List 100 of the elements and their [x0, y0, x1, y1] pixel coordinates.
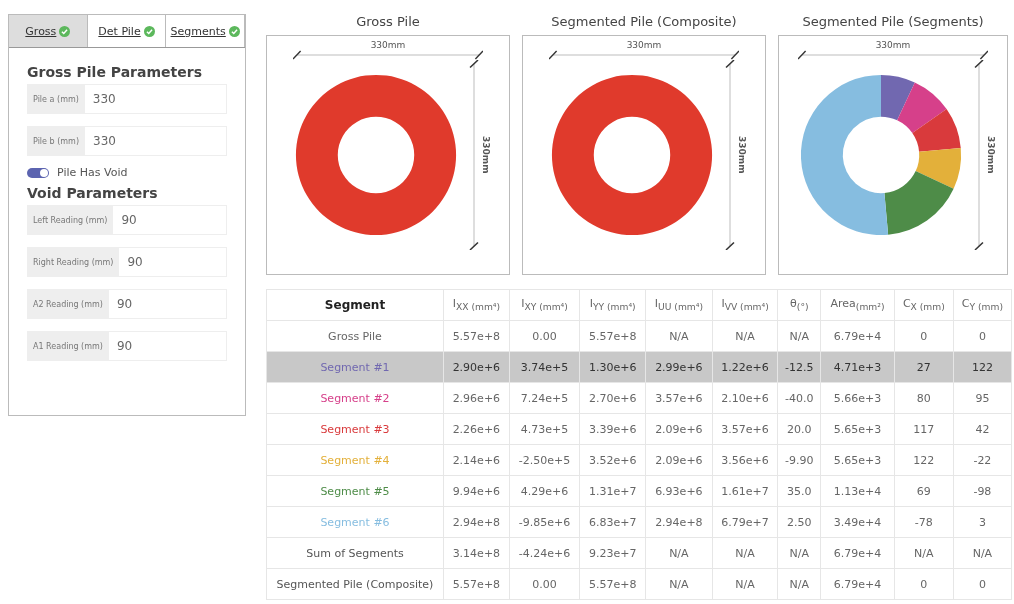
table-cell: N/A: [777, 568, 821, 600]
input-field[interactable]: 330: [84, 84, 227, 114]
table-row[interactable]: Sum of Segments 3.14e+8 -4.24e+6 9.23e+7 N/A N/A N/A 6.79e+4 N/A N/A: [266, 537, 1012, 569]
table-cell: 95: [953, 382, 1012, 414]
column-header: I$_{UU (mm⁴)}$: [645, 289, 713, 321]
table-cell: 4.29e+6: [509, 475, 580, 507]
toggle-switch[interactable]: [27, 167, 49, 178]
table-cell: 6.79e+4: [820, 537, 895, 569]
table-cell: N/A: [777, 320, 821, 352]
toggle-label: Pile Has Void: [57, 166, 128, 179]
column-header: I$_{XX (mm⁴)}$: [443, 289, 510, 321]
field-label: Pile b (mm): [27, 126, 85, 156]
table-cell: Segment #6: [266, 506, 444, 538]
input-field[interactable]: 330: [85, 126, 227, 156]
table-cell: 2.90e+6: [443, 351, 510, 383]
table-cell: Gross Pile: [266, 320, 444, 352]
table-cell: 42: [953, 413, 1012, 445]
column-header: θ$_{(°)}$: [777, 289, 821, 321]
table-cell: 3: [953, 506, 1012, 538]
table-cell: 7.24e+5: [509, 382, 580, 414]
table-cell: 2.10e+6: [712, 382, 778, 414]
dimension-label: 330mm: [986, 136, 996, 174]
section-title: Gross Pile Parameters: [27, 64, 203, 80]
table-cell: 2.96e+6: [443, 382, 510, 414]
table-row[interactable]: Segmented Pile (Composite) 5.57e+8 0.00 5.57e+8 N/A N/A N/A 6.79e+4 0 0: [266, 568, 1012, 600]
table-row[interactable]: Segment #1 2.90e+6 3.74e+5 1.30e+6 2.99e+6 1.22e+6 -12.5 4.71e+3 27 122: [266, 351, 1012, 383]
table-cell: 6.79e+4: [820, 568, 895, 600]
column-header: Segment: [266, 289, 444, 321]
table-cell: 1.30e+6: [579, 351, 646, 383]
table-cell: Segment #4: [266, 444, 444, 476]
table-cell: 122: [894, 444, 954, 476]
field-label: Right Reading (mm): [27, 247, 120, 277]
section-title: Void Parameters: [27, 185, 159, 201]
table-cell: N/A: [953, 537, 1012, 569]
table-cell: 6.83e+7: [579, 506, 646, 538]
table-cell: -9.90: [777, 444, 821, 476]
table-cell: 5.57e+8: [579, 568, 646, 600]
dimension-label: 330mm: [737, 136, 747, 174]
table-cell: 1.61e+7: [712, 475, 778, 507]
table-cell: 117: [894, 413, 954, 445]
table-cell: 69: [894, 475, 954, 507]
table-row[interactable]: Segment #3 2.26e+6 4.73e+5 3.39e+6 2.09e+6 3.57e+6 20.0 5.65e+3 117 42: [266, 413, 1012, 445]
view-title: Segmented Pile (Composite): [551, 14, 737, 29]
table-cell: 3.57e+6: [712, 413, 778, 445]
table-cell: 5.66e+3: [820, 382, 895, 414]
table-cell: N/A: [777, 537, 821, 569]
table-cell: 3.39e+6: [579, 413, 646, 445]
table-cell: N/A: [645, 537, 713, 569]
table-cell: 27: [894, 351, 954, 383]
table-cell: 0: [894, 320, 954, 352]
table-cell: Segment #1: [266, 351, 444, 383]
table-cell: 80: [894, 382, 954, 414]
table-cell: Segment #2: [266, 382, 444, 414]
table-cell: -22: [953, 444, 1012, 476]
tab[interactable]: Gross: [9, 15, 88, 47]
table-row[interactable]: Segment #4 2.14e+6 -2.50e+5 3.52e+6 2.09e+6 3.56e+6 -9.90 5.65e+3 122 -22: [266, 444, 1012, 476]
column-header: I$_{YY (mm⁴)}$: [579, 289, 646, 321]
input-field[interactable]: 90: [108, 331, 227, 361]
table-cell: 1.13e+4: [820, 475, 895, 507]
table-cell: -98: [953, 475, 1012, 507]
table-cell: N/A: [645, 568, 713, 600]
table-cell: 20.0: [777, 413, 821, 445]
input-field[interactable]: 90: [113, 205, 227, 235]
table-row[interactable]: Segment #2 2.96e+6 7.24e+5 2.70e+6 3.57e+6 2.10e+6 -40.0 5.66e+3 80 95: [266, 382, 1012, 414]
table-row[interactable]: Segment #6 2.94e+8 -9.85e+6 6.83e+7 2.94e+8 6.79e+7 2.50 3.49e+4 -78 3: [266, 506, 1012, 538]
table-cell: 0: [953, 568, 1012, 600]
table-cell: 4.73e+5: [509, 413, 580, 445]
table-cell: 0.00: [509, 320, 580, 352]
dimension-label: 330mm: [481, 136, 491, 174]
table-cell: 2.94e+8: [443, 506, 510, 538]
dimension-label: 330mm: [626, 40, 662, 50]
table-cell: 0.00: [509, 568, 580, 600]
table-cell: 2.70e+6: [579, 382, 646, 414]
column-header: C$_{Y (mm)}$: [953, 289, 1012, 321]
column-header: C$_{X (mm)}$: [894, 289, 954, 321]
table-cell: 5.57e+8: [443, 320, 510, 352]
table-cell: 5.57e+8: [579, 320, 646, 352]
input-field[interactable]: 90: [119, 247, 227, 277]
table-row[interactable]: Gross Pile 5.57e+8 0.00 5.57e+8 N/A N/A N/A 6.79e+4 0 0: [266, 320, 1012, 352]
table-cell: 2.99e+6: [645, 351, 713, 383]
table-cell: N/A: [894, 537, 954, 569]
table-cell: 5.65e+3: [820, 444, 895, 476]
table-cell: Segment #5: [266, 475, 444, 507]
table-cell: 3.56e+6: [712, 444, 778, 476]
table-cell: 6.79e+7: [712, 506, 778, 538]
table-cell: 3.52e+6: [579, 444, 646, 476]
table-row[interactable]: Segment #5 9.94e+6 4.29e+6 1.31e+7 6.93e+6 1.61e+7 35.0 1.13e+4 69 -98: [266, 475, 1012, 507]
table-cell: 2.26e+6: [443, 413, 510, 445]
input-field[interactable]: 90: [108, 289, 227, 319]
field-label: A1 Reading (mm): [27, 331, 109, 361]
table-cell: Segment #3: [266, 413, 444, 445]
field-label: Pile a (mm): [27, 84, 85, 114]
view-title: Segmented Pile (Segments): [802, 14, 984, 29]
table-cell: -40.0: [777, 382, 821, 414]
table-cell: 122: [953, 351, 1012, 383]
column-header: Area$_{(mm²)}$: [820, 289, 895, 321]
table-cell: N/A: [645, 320, 713, 352]
table-cell: 5.65e+3: [820, 413, 895, 445]
table-cell: 9.94e+6: [443, 475, 510, 507]
table-cell: 2.94e+8: [645, 506, 713, 538]
